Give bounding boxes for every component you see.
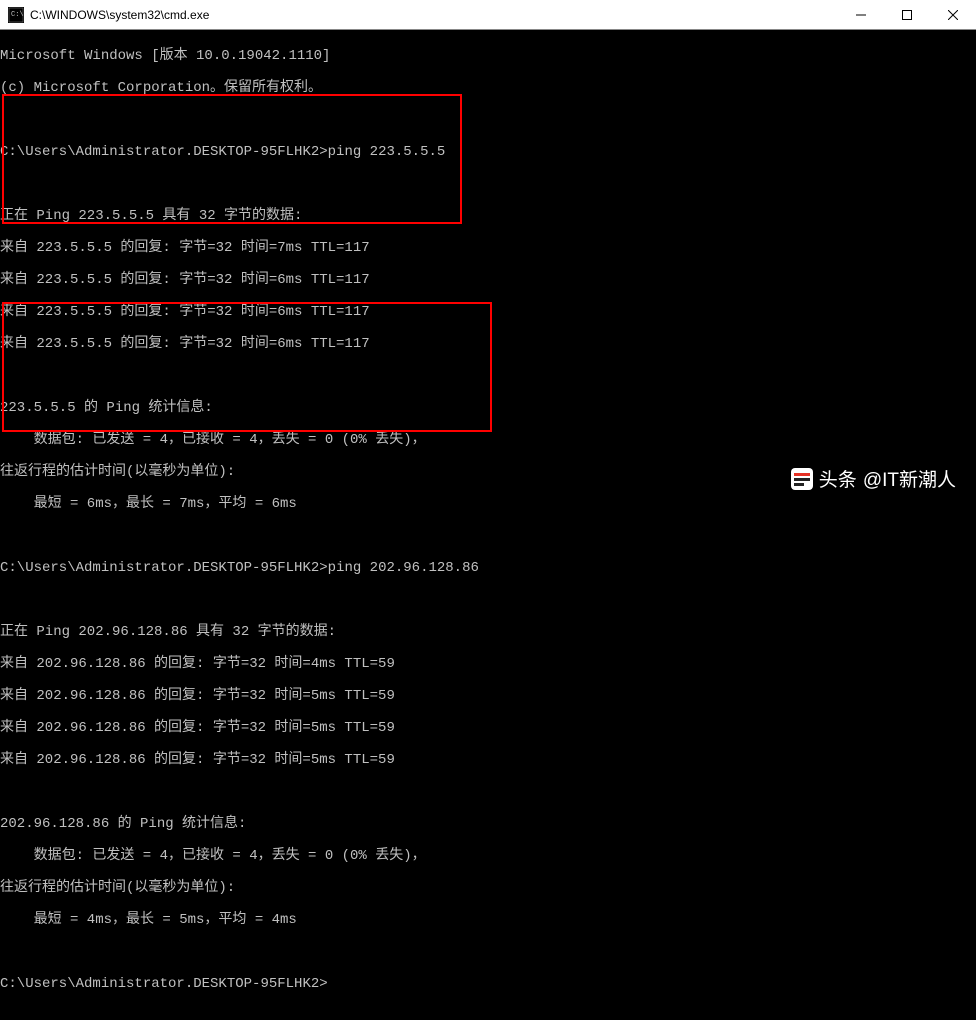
ping-reply: 来自 223.5.5.5 的回复: 字节=32 时间=7ms TTL=117 bbox=[0, 240, 976, 256]
blank-line bbox=[0, 176, 976, 192]
ping-reply: 来自 202.96.128.86 的回复: 字节=32 时间=4ms TTL=5… bbox=[0, 656, 976, 672]
ping-reply: 来自 223.5.5.5 的回复: 字节=32 时间=6ms TTL=117 bbox=[0, 304, 976, 320]
window-title: C:\WINDOWS\system32\cmd.exe bbox=[30, 8, 838, 22]
prompt: C:\Users\Administrator.DESKTOP-95FLHK2> bbox=[0, 560, 328, 576]
ping-reply: 来自 223.5.5.5 的回复: 字节=32 时间=6ms TTL=117 bbox=[0, 336, 976, 352]
ping-reply: 来自 202.96.128.86 的回复: 字节=32 时间=5ms TTL=5… bbox=[0, 688, 976, 704]
cmd-icon: C:\ bbox=[8, 7, 24, 23]
svg-text:C:\: C:\ bbox=[11, 11, 24, 19]
toutiao-logo-icon bbox=[791, 468, 813, 490]
blank-line bbox=[0, 944, 976, 960]
minimize-button[interactable] bbox=[838, 0, 884, 29]
blank-line bbox=[0, 528, 976, 544]
ping-reply: 来自 202.96.128.86 的回复: 字节=32 时间=5ms TTL=5… bbox=[0, 752, 976, 768]
blank-line bbox=[0, 784, 976, 800]
close-button[interactable] bbox=[930, 0, 976, 29]
maximize-button[interactable] bbox=[884, 0, 930, 29]
ping-stats-rtt-title: 往返行程的估计时间(以毫秒为单位): bbox=[0, 880, 976, 896]
blank-line bbox=[0, 368, 976, 384]
ping-stats-packets: 数据包: 已发送 = 4，已接收 = 4，丢失 = 0 (0% 丢失)， bbox=[0, 848, 976, 864]
ping-stats-title: 223.5.5.5 的 Ping 统计信息: bbox=[0, 400, 976, 416]
watermark-source: 头条 bbox=[819, 465, 857, 492]
prompt-line: C:\Users\Administrator.DESKTOP-95FLHK2>p… bbox=[0, 144, 976, 160]
ping-stats-packets: 数据包: 已发送 = 4，已接收 = 4，丢失 = 0 (0% 丢失)， bbox=[0, 432, 976, 448]
ping-stats-title: 202.96.128.86 的 Ping 统计信息: bbox=[0, 816, 976, 832]
window-titlebar: C:\ C:\WINDOWS\system32\cmd.exe bbox=[0, 0, 976, 30]
prompt: C:\Users\Administrator.DESKTOP-95FLHK2> bbox=[0, 976, 328, 992]
watermark-author: @IT新潮人 bbox=[863, 465, 956, 492]
header-line: Microsoft Windows [版本 10.0.19042.1110] bbox=[0, 48, 976, 64]
ping-header: 正在 Ping 223.5.5.5 具有 32 字节的数据: bbox=[0, 208, 976, 224]
blank-line bbox=[0, 112, 976, 128]
ping-header: 正在 Ping 202.96.128.86 具有 32 字节的数据: bbox=[0, 624, 976, 640]
copyright-line: (c) Microsoft Corporation。保留所有权利。 bbox=[0, 80, 976, 96]
command: ping 202.96.128.86 bbox=[328, 560, 479, 576]
cursor bbox=[328, 978, 336, 992]
blank-line bbox=[0, 592, 976, 608]
window-controls bbox=[838, 0, 976, 29]
watermark: 头条 @IT新潮人 bbox=[791, 465, 956, 492]
ping-reply: 来自 202.96.128.86 的回复: 字节=32 时间=5ms TTL=5… bbox=[0, 720, 976, 736]
prompt-line: C:\Users\Administrator.DESKTOP-95FLHK2>p… bbox=[0, 560, 976, 576]
terminal-output[interactable]: Microsoft Windows [版本 10.0.19042.1110] (… bbox=[0, 30, 976, 1020]
prompt: C:\Users\Administrator.DESKTOP-95FLHK2> bbox=[0, 144, 328, 160]
prompt-line: C:\Users\Administrator.DESKTOP-95FLHK2> bbox=[0, 976, 976, 992]
ping-stats-rtt: 最短 = 4ms，最长 = 5ms，平均 = 4ms bbox=[0, 912, 976, 928]
command: ping 223.5.5.5 bbox=[328, 144, 446, 160]
ping-reply: 来自 223.5.5.5 的回复: 字节=32 时间=6ms TTL=117 bbox=[0, 272, 976, 288]
